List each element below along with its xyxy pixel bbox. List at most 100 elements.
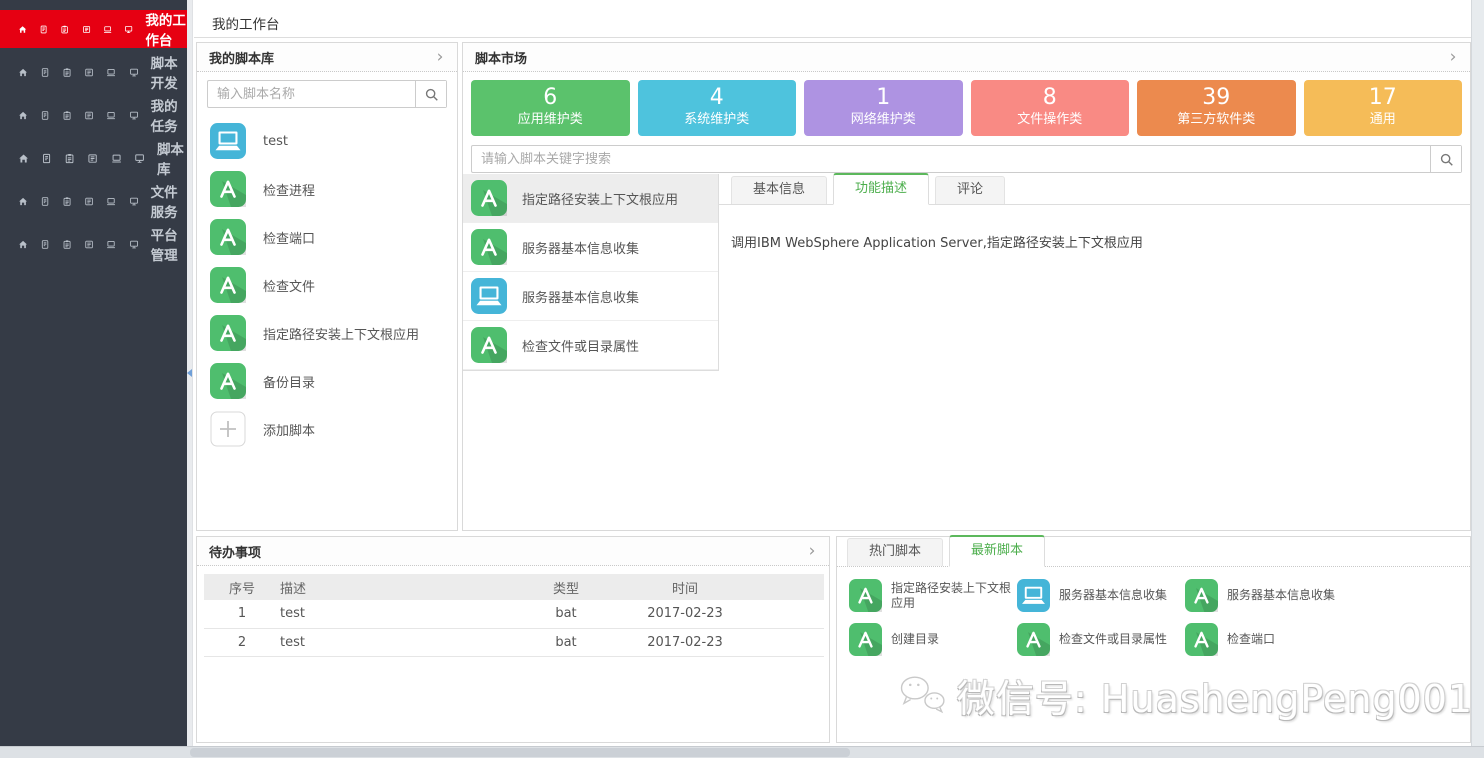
todo-header: 待办事项 › (197, 537, 829, 566)
sidebar-collapse-handle[interactable] (187, 0, 193, 746)
todo-row[interactable]: 2 test bat 2017-02-23 (204, 628, 824, 656)
category-label: 系统维护类 (638, 111, 797, 129)
todo-row[interactable]: 1 test bat 2017-02-23 (204, 600, 824, 628)
market-search-box (471, 145, 1462, 173)
category-card[interactable]: 8 文件操作类 (971, 80, 1130, 136)
script-market-panel: 脚本市场 › 6 应用维护类 4 系统维护类 1 网络维护类 8 文件操作类 3… (462, 42, 1471, 531)
sidebar: 我的工作台 脚本开发 我的任务 (0, 0, 187, 746)
market-body: 指定路径安装上下文根应用 服务器基本信息收集 服务器基本信息收集 检查文件或目录… (463, 174, 1470, 530)
market-search-input[interactable] (472, 146, 1430, 172)
market-script-list: 指定路径安装上下文根应用 服务器基本信息收集 服务器基本信息收集 检查文件或目录… (463, 174, 719, 371)
market-search-button[interactable] (1430, 146, 1461, 172)
script-label: 服务器基本信息收集 (1227, 588, 1335, 603)
category-card[interactable]: 39 第三方软件类 (1137, 80, 1296, 136)
category-card[interactable]: 6 应用维护类 (471, 80, 630, 136)
lib-script-item[interactable]: 指定路径安装上下文根应用 (197, 309, 457, 357)
panel-title: 脚本市场 (475, 48, 527, 67)
todo-table: 序号 描述 类型 时间 1 test bat 2017-02-23 2 (204, 574, 824, 657)
col-desc: 描述 (280, 574, 506, 600)
col-type: 类型 (506, 574, 626, 600)
category-card[interactable]: 4 系统维护类 (638, 80, 797, 136)
script-label: 指定路径安装上下文根应用 (522, 189, 678, 208)
lib-script-item[interactable]: test (197, 117, 457, 165)
tab-latest-scripts[interactable]: 最新脚本 (949, 535, 1045, 567)
script-label: 检查端口 (1227, 632, 1275, 647)
chevron-right-icon[interactable]: › (435, 49, 445, 66)
script-lib-icon (87, 151, 98, 166)
horizontal-scrollbar[interactable] (0, 746, 1484, 758)
file-service-icon (106, 194, 116, 209)
latest-script-item[interactable]: 检查文件或目录属性 (1017, 623, 1185, 656)
tab-comments[interactable]: 评论 (935, 176, 1005, 204)
category-card[interactable]: 1 网络维护类 (804, 80, 963, 136)
lib-script-list: test 检查进程 检查端口 检查文件 (197, 117, 457, 453)
tab-function-desc[interactable]: 功能描述 (833, 173, 929, 205)
sidebar-item[interactable]: 文件服务 (0, 182, 187, 220)
platform-icon (134, 151, 145, 166)
chevron-right-icon[interactable]: › (807, 543, 817, 560)
script-dev-icon (41, 151, 52, 166)
file-service-icon (106, 237, 116, 252)
scrollbar-thumb[interactable] (190, 748, 850, 757)
lib-search-box (207, 80, 447, 108)
sidebar-item[interactable]: 平台管理 (0, 225, 187, 263)
tab-basic-info[interactable]: 基本信息 (731, 176, 827, 204)
workbench-window: 我的工作台 脚本开发 我的任务 (0, 0, 1484, 758)
script-dev-icon (40, 108, 50, 123)
market-script-item[interactable]: 检查文件或目录属性 (463, 321, 718, 370)
latest-tabs: 热门脚本 最新脚本 (837, 537, 1470, 567)
sidebar-item-label: 脚本开发 (151, 52, 187, 92)
home-icon (18, 108, 28, 123)
market-script-item[interactable]: 指定路径安装上下文根应用 (463, 174, 718, 223)
category-count: 39 (1137, 84, 1296, 111)
category-cards: 6 应用维护类 4 系统维护类 1 网络维护类 8 文件操作类 39 第三方软件… (471, 80, 1462, 136)
my-tasks-icon (62, 65, 72, 80)
search-icon (424, 87, 439, 102)
lib-script-item[interactable]: 备份目录 (197, 357, 457, 405)
sidebar-item-label: 文件服务 (151, 181, 187, 221)
detail-tabs: 基本信息 功能描述 评论 (719, 174, 1470, 205)
script-label: 服务器基本信息收集 (1059, 588, 1167, 603)
file-service-icon (106, 108, 116, 123)
chevron-right-icon[interactable]: › (1448, 49, 1458, 66)
market-script-item[interactable]: 服务器基本信息收集 (463, 272, 718, 321)
latest-script-item[interactable]: 服务器基本信息收集 (1185, 579, 1470, 612)
platform-icon (129, 65, 139, 80)
sidebar-item[interactable]: 脚本库 (0, 139, 187, 177)
todo-panel: 待办事项 › 序号 描述 类型 时间 1 test bat 2017-02 (196, 536, 830, 743)
home-icon (18, 65, 28, 80)
script-label: 检查文件或目录属性 (1059, 632, 1167, 647)
lib-search-input[interactable] (208, 81, 415, 107)
page-title: 我的工作台 (212, 13, 280, 33)
script-label: 指定路径安装上下文根应用 (891, 581, 1013, 611)
lib-script-item[interactable]: 检查文件 (197, 261, 457, 309)
script-dev-icon (40, 194, 50, 209)
home-icon (18, 237, 28, 252)
latest-script-item[interactable]: 检查端口 (1185, 623, 1470, 656)
sidebar-item-label: 我的工作台 (145, 9, 187, 49)
script-lib-icon (84, 194, 94, 209)
search-icon (1439, 152, 1454, 167)
platform-icon (129, 237, 139, 252)
sidebar-item[interactable]: 脚本开发 (0, 53, 187, 91)
tab-hot-scripts[interactable]: 热门脚本 (847, 538, 943, 566)
latest-script-item[interactable]: 指定路径安装上下文根应用 (849, 579, 1017, 612)
latest-scripts-panel: 热门脚本 最新脚本 指定路径安装上下文根应用 服务器基本信息收集 服务器基本信息… (836, 536, 1471, 743)
sidebar-item[interactable]: 我的工作台 (0, 10, 187, 48)
script-label: 检查文件或目录属性 (522, 336, 639, 355)
lib-script-item[interactable]: 添加脚本 (197, 405, 457, 453)
platform-icon (129, 108, 139, 123)
script-lib-icon (84, 108, 94, 123)
script-market-header: 脚本市场 › (463, 43, 1470, 72)
category-card[interactable]: 17 通用 (1304, 80, 1463, 136)
latest-script-item[interactable]: 服务器基本信息收集 (1017, 579, 1185, 612)
script-lib-icon (82, 22, 91, 37)
lib-script-item[interactable]: 检查端口 (197, 213, 457, 261)
sidebar-item[interactable]: 我的任务 (0, 96, 187, 134)
my-tasks-icon (62, 194, 72, 209)
lib-script-item[interactable]: 检查进程 (197, 165, 457, 213)
lib-search-button[interactable] (415, 81, 446, 107)
script-dev-icon (40, 65, 50, 80)
latest-script-item[interactable]: 创建目录 (849, 623, 1017, 656)
market-script-item[interactable]: 服务器基本信息收集 (463, 223, 718, 272)
